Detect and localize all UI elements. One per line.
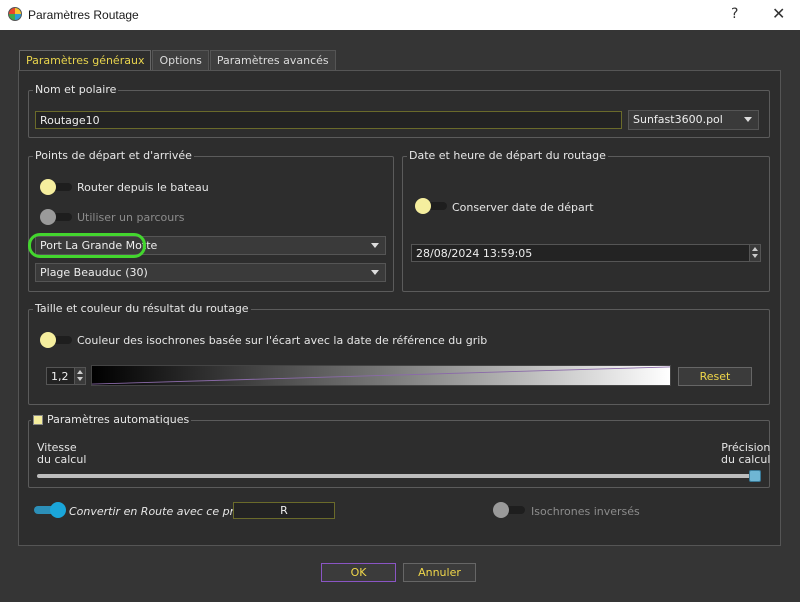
chevron-down-icon — [744, 117, 752, 122]
help-button[interactable]: ? — [731, 6, 738, 22]
convert-to-route-toggle[interactable] — [34, 502, 66, 518]
close-icon[interactable]: ✕ — [772, 4, 785, 23]
chevron-down-icon — [371, 270, 379, 275]
cancel-button[interactable]: Annuler — [403, 563, 476, 582]
use-route-toggle[interactable] — [40, 209, 72, 225]
route-from-boat-label: Router depuis le bateau — [77, 181, 209, 194]
departure-date-title: Date et heure de départ du routage — [407, 149, 608, 162]
end-point-select[interactable]: Plage Beauduc (30) — [35, 263, 386, 282]
spin-arrows-icon[interactable] — [749, 245, 760, 261]
reset-button[interactable]: Reset — [678, 367, 752, 386]
tab-bar: Paramètres généraux Options Paramètres a… — [19, 50, 337, 70]
routing-name-input[interactable]: Routage10 — [35, 111, 622, 129]
polar-select[interactable]: Sunfast3600.pol — [628, 110, 759, 130]
start-point-select[interactable]: Port La Grande Motte — [35, 236, 386, 255]
color-gradient-preview[interactable] — [91, 365, 671, 386]
departure-date-group: Date et heure de départ du routage — [402, 149, 770, 292]
polar-select-value: Sunfast3600.pol — [633, 113, 723, 126]
line-width-input[interactable]: 1,2 — [46, 367, 86, 385]
tab-advanced-settings[interactable]: Paramètres avancés — [209, 50, 336, 70]
result-style-group: Taille et couleur du résultat du routage — [28, 302, 770, 405]
start-point-value: Port La Grande Motte — [40, 239, 158, 252]
route-from-boat-toggle[interactable] — [40, 179, 72, 195]
keep-departure-date-toggle[interactable] — [415, 198, 447, 214]
isochrone-color-label: Couleur des isochrones basée sur l'écart… — [77, 334, 488, 347]
app-logo-icon — [8, 7, 22, 21]
title-bar: Paramètres Routage ? ✕ — [0, 0, 800, 30]
line-width-value: 1,2 — [51, 370, 69, 383]
departure-datetime-input[interactable]: 28/08/2024 13:59:05 — [411, 244, 761, 262]
use-route-label: Utiliser un parcours — [77, 211, 185, 224]
precision-label: Précision du calcul — [721, 442, 770, 466]
reversed-isochrones-label: Isochrones inversés — [531, 505, 640, 518]
tab-options[interactable]: Options — [152, 50, 209, 70]
tab-general-settings[interactable]: Paramètres généraux — [19, 50, 152, 70]
speed-label-line2: du calcul — [37, 453, 87, 466]
result-style-title: Taille et couleur du résultat du routage — [33, 302, 251, 315]
reversed-isochrones-toggle[interactable] — [493, 502, 525, 518]
route-prefix-input[interactable]: R — [233, 502, 335, 519]
window-title: Paramètres Routage — [28, 8, 139, 22]
ok-button[interactable]: OK — [321, 563, 396, 582]
auto-params-header: Paramètres automatiques — [31, 413, 192, 426]
isochrone-color-toggle[interactable] — [40, 332, 72, 348]
precision-label-line2: du calcul — [721, 453, 771, 466]
name-polar-title: Nom et polaire — [33, 83, 119, 96]
end-point-value: Plage Beauduc (30) — [40, 266, 148, 279]
chevron-down-icon — [371, 243, 379, 248]
auto-params-title: Paramètres automatiques — [47, 413, 190, 426]
auto-params-checkbox[interactable] — [33, 415, 43, 425]
spin-arrows-icon[interactable] — [74, 368, 85, 384]
departure-datetime-value: 28/08/2024 13:59:05 — [416, 247, 533, 260]
keep-departure-date-label: Conserver date de départ — [452, 201, 594, 214]
speed-precision-slider-track[interactable] — [37, 474, 761, 478]
speed-label: Vitesse du calcul — [37, 442, 86, 466]
departure-arrival-title: Points de départ et d'arrivée — [33, 149, 194, 162]
speed-precision-slider-handle[interactable] — [749, 470, 761, 482]
gradient-line — [92, 366, 670, 385]
